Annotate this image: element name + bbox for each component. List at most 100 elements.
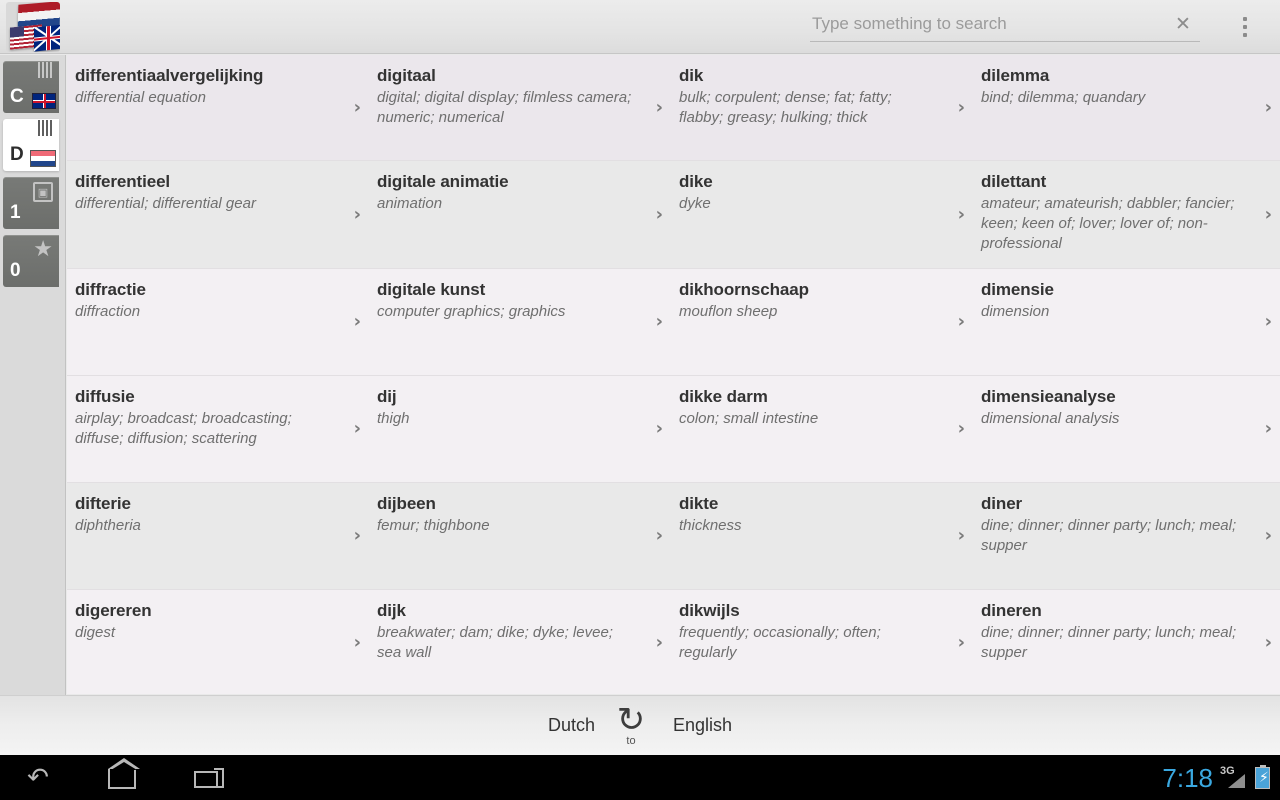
sidebar-item-label: 0	[10, 260, 21, 281]
list-item[interactable]: diner dine; dinner; dinner party; lunch; …	[973, 483, 1280, 590]
chevron-right-icon[interactable]: ›	[354, 205, 361, 224]
list-item[interactable]: dij thigh ›	[369, 376, 671, 483]
entry-term: dineren	[981, 601, 1042, 620]
entry-term: dijbeen	[377, 494, 436, 513]
entry-term: dijk	[377, 601, 406, 620]
list-item[interactable]: difterie diphtheria ›	[67, 483, 369, 590]
entry-definition: thickness	[679, 517, 742, 534]
chevron-right-icon[interactable]: ›	[958, 205, 965, 224]
chevron-right-icon[interactable]: ›	[958, 420, 965, 438]
list-item[interactable]: dineren dine; dinner; dinner party; lunch…	[973, 590, 1280, 694]
list-item[interactable]: dilemma bind; dilemma; quandary ›	[973, 55, 1280, 161]
chevron-right-icon[interactable]: ›	[354, 634, 361, 652]
sidebar-item-label: C	[10, 86, 24, 107]
chevron-right-icon[interactable]: ›	[656, 527, 663, 545]
entry-term: digitaal	[377, 66, 436, 85]
entry-term: diner	[981, 494, 1023, 513]
entry-term: diffusie	[75, 387, 135, 406]
chevron-right-icon[interactable]: ›	[656, 205, 663, 224]
list-item[interactable]: digereren digest ›	[67, 590, 369, 694]
list-item[interactable]: diffusie airplay; broadcast; broadcasting…	[67, 376, 369, 483]
chevron-right-icon[interactable]: ›	[354, 420, 361, 438]
list-item[interactable]: dikke darm colon; small intestine ›	[671, 376, 973, 483]
nl-flag-icon	[30, 150, 56, 167]
chevron-right-icon[interactable]: ›	[354, 313, 361, 331]
chevron-right-icon[interactable]: ›	[656, 420, 663, 438]
entry-term: differentiaalvergelijking	[75, 66, 264, 85]
chevron-right-icon[interactable]: ›	[958, 527, 965, 545]
swap-refresh-icon[interactable]: ↻	[613, 703, 649, 737]
list-item[interactable]: dimensieanalyse dimensional analysis ›	[973, 376, 1280, 483]
sidebar-item-english[interactable]: C	[3, 61, 59, 113]
entry-definition: digital; digital display; filmless camer…	[377, 89, 632, 126]
chevron-right-icon[interactable]: ›	[1265, 205, 1272, 224]
entry-definition: dimensional analysis	[981, 410, 1120, 427]
chevron-right-icon[interactable]: ›	[1265, 313, 1272, 331]
recents-icon[interactable]	[186, 763, 226, 793]
chevron-right-icon[interactable]: ›	[354, 98, 361, 117]
entry-row: diffractie diffraction › digitale kunst comp…	[67, 269, 1280, 376]
list-item[interactable]: dikhoornschaap mouflon sheep ›	[671, 269, 973, 376]
entry-term: dij	[377, 387, 397, 406]
chevron-right-icon[interactable]: ›	[656, 634, 663, 652]
list-item[interactable]: dike dyke ›	[671, 161, 973, 269]
language-bar: Dutch ↻ to English	[0, 695, 1280, 755]
list-item[interactable]: digitaal digital; digital display; filmle…	[369, 55, 671, 161]
swap-languages-button[interactable]: ↻ to	[613, 703, 655, 747]
entry-definition: airplay; broadcast; broadcasting; diffus…	[75, 410, 292, 447]
entry-definition: computer graphics; graphics	[377, 303, 566, 320]
more-vertical-icon[interactable]	[1234, 14, 1256, 40]
entry-term: dikke darm	[679, 387, 768, 406]
close-icon[interactable]: ✕	[1172, 14, 1194, 36]
list-item[interactable]: diffractie diffraction ›	[67, 269, 369, 376]
chevron-right-icon[interactable]: ›	[958, 98, 965, 117]
list-item[interactable]: dilettant amateur; amateurish; dabbler; f…	[973, 161, 1280, 269]
entry-term: dik	[679, 66, 704, 85]
list-item[interactable]: digitale animatie animation ›	[369, 161, 671, 269]
sidebar-item-dutch[interactable]: D	[3, 119, 59, 171]
chevron-right-icon[interactable]: ›	[1265, 527, 1272, 545]
entry-term: digitale animatie	[377, 172, 509, 191]
list-item[interactable]: differentieel differential; differential …	[67, 161, 369, 269]
sidebar-item-history[interactable]: ▣ 1	[3, 177, 59, 229]
entry-row: differentiaalvergelijking differential eq…	[67, 55, 1280, 161]
list-item[interactable]: dikwijls frequently; occasionally; often;…	[671, 590, 973, 694]
entry-term: dimensie	[981, 280, 1054, 299]
search-zone: ✕	[810, 11, 1200, 44]
list-item[interactable]: differentiaalvergelijking differential eq…	[67, 55, 369, 161]
entry-term: dilemma	[981, 66, 1050, 85]
sidebar-item-favorites[interactable]: ★ 0	[3, 235, 59, 287]
chevron-right-icon[interactable]: ›	[656, 98, 663, 117]
chevron-right-icon[interactable]: ›	[354, 527, 361, 545]
entry-definition: dyke	[679, 195, 711, 212]
chevron-right-icon[interactable]: ›	[1265, 634, 1272, 652]
entry-definition: dine; dinner; dinner party; lunch; meal;…	[981, 517, 1237, 554]
entry-definition: dimension	[981, 303, 1050, 320]
source-language-label[interactable]: Dutch	[548, 715, 595, 736]
list-item[interactable]: dik bulk; corpulent; dense; fat; fatty; f…	[671, 55, 973, 161]
entry-definition: differential equation	[75, 89, 206, 106]
chevron-right-icon[interactable]: ›	[656, 313, 663, 331]
back-icon[interactable]: ↶	[18, 763, 58, 793]
chevron-right-icon[interactable]: ›	[1265, 420, 1272, 438]
list-item[interactable]: dijbeen femur; thighbone ›	[369, 483, 671, 590]
list-item[interactable]: dikte thickness ›	[671, 483, 973, 590]
home-icon[interactable]	[102, 757, 142, 793]
list-item[interactable]: digitale kunst computer graphics; graphic…	[369, 269, 671, 376]
search-input[interactable]	[810, 11, 1200, 42]
dictionary-flags-icon[interactable]	[6, 2, 60, 52]
entry-row: diffusie airplay; broadcast; broadcasting…	[67, 376, 1280, 483]
status-area: 7:18 3G ⚡	[1162, 755, 1270, 800]
entry-definition: bind; dilemma; quandary	[981, 89, 1146, 106]
list-item[interactable]: dijk breakwater; dam; dike; dyke; levee; …	[369, 590, 671, 694]
chevron-right-icon[interactable]: ›	[1265, 98, 1272, 117]
entry-definition: differential; differential gear	[75, 195, 256, 212]
chevron-right-icon[interactable]: ›	[958, 634, 965, 652]
entry-row: difterie diphtheria › dijbeen femur; thighbo…	[67, 483, 1280, 590]
target-language-label[interactable]: English	[673, 715, 732, 736]
battery-charging-icon: ⚡	[1255, 764, 1270, 789]
chevron-right-icon[interactable]: ›	[958, 313, 965, 331]
list-item[interactable]: dimensie dimension ›	[973, 269, 1280, 376]
history-icon: ▣	[33, 182, 53, 202]
entry-list-panel[interactable]: differentiaalvergelijking differential eq…	[67, 55, 1280, 694]
